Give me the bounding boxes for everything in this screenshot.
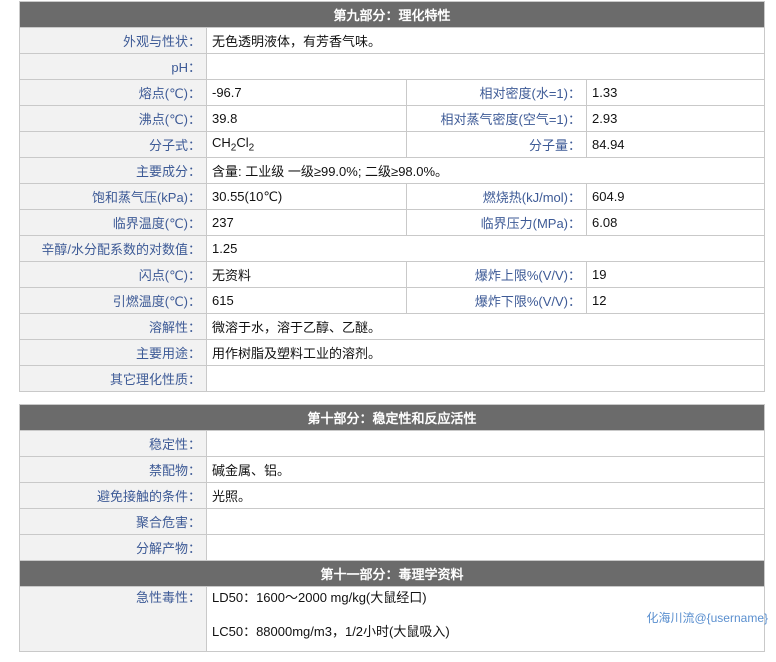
uses-label: 主要用途： (19, 339, 207, 366)
section10-header: 第十部分：稳定性和反应活性 (18, 404, 766, 431)
flash-point-value: 无资料 (206, 261, 407, 288)
other-properties-value (205, 365, 766, 392)
incompatible-label: 禁配物： (19, 456, 207, 483)
ld50-text: LD50：1600～2000 mg/kg(大鼠经口) (212, 590, 427, 605)
relative-density-value: 1.33 (585, 79, 766, 106)
melting-point-label: 熔点(℃)： (19, 79, 207, 106)
solubility-label: 溶解性： (19, 313, 207, 340)
vapor-density-value: 2.93 (585, 105, 766, 132)
stability-value (205, 430, 766, 457)
critical-temp-label: 临界温度(℃)： (19, 209, 207, 236)
critical-pressure-value: 6.08 (585, 209, 766, 236)
upper-limit-value: 19 (585, 261, 766, 288)
acute-toxicity-label: 急性毒性： (19, 586, 207, 652)
incompatible-value: 碱金属、铝。 (205, 456, 766, 483)
boiling-point-label: 沸点(℃)： (19, 105, 207, 132)
section9-table: 第九部分：理化特性 外观与性状： 无色透明液体，有芳香气味。 pH： 熔点(℃)… (18, 1, 766, 392)
appearance-value: 无色透明液体，有芳香气味。 (205, 27, 766, 54)
vapor-pressure-value: 30.55(10℃) (206, 183, 407, 210)
partition-coefficient-value: 1.25 (205, 235, 766, 262)
combustion-heat-value: 604.9 (585, 183, 766, 210)
ph-label: pH： (19, 53, 207, 80)
formula-value: CH2Cl2 (206, 131, 407, 158)
stability-label: 稳定性： (19, 430, 207, 457)
watermark: 化海川流@{username} (646, 611, 768, 625)
vapor-pressure-label: 饱和蒸气压(kPa)： (19, 183, 207, 210)
uses-value: 用作树脂及塑料工业的溶剂。 (205, 339, 766, 366)
partition-coefficient-label: 辛醇/水分配系数的对数值： (19, 235, 207, 262)
avoid-conditions-label: 避免接触的条件： (19, 482, 207, 509)
other-properties-label: 其它理化性质： (19, 365, 207, 392)
molecular-weight-value: 84.94 (585, 131, 766, 158)
lower-limit-value: 12 (585, 287, 766, 314)
ignition-temp-value: 615 (206, 287, 407, 314)
vapor-density-label: 相对蒸气密度(空气=1)： (406, 105, 587, 132)
formula-label: 分子式： (19, 131, 207, 158)
critical-pressure-label: 临界压力(MPa)： (406, 209, 587, 236)
upper-limit-label: 爆炸上限%(V/V)： (406, 261, 587, 288)
decomposition-label: 分解产物： (19, 534, 207, 561)
appearance-label: 外观与性状： (19, 27, 207, 54)
solubility-value: 微溶于水，溶于乙醇、乙醚。 (205, 313, 766, 340)
ignition-temp-label: 引燃温度(℃)： (19, 287, 207, 314)
flash-point-label: 闪点(℃)： (19, 261, 207, 288)
critical-temp-value: 237 (206, 209, 407, 236)
composition-label: 主要成分： (19, 157, 207, 184)
melting-point-value: -96.7 (206, 79, 407, 106)
decomposition-value (205, 534, 766, 561)
combustion-heat-label: 燃烧热(kJ/mol)： (406, 183, 587, 210)
lower-limit-label: 爆炸下限%(V/V)： (406, 287, 587, 314)
polymerization-label: 聚合危害： (19, 508, 207, 535)
avoid-conditions-value: 光照。 (205, 482, 766, 509)
boiling-point-value: 39.8 (206, 105, 407, 132)
section9-header: 第九部分：理化特性 (18, 1, 766, 28)
relative-density-label: 相对密度(水=1)： (406, 79, 587, 106)
composition-value: 含量: 工业级 一级≥99.0%; 二级≥98.0%。 (205, 157, 766, 184)
polymerization-value (205, 508, 766, 535)
section11-header: 第十一部分：毒理学资料 (18, 560, 766, 587)
ph-value (205, 53, 766, 80)
molecular-weight-label: 分子量： (406, 131, 587, 158)
